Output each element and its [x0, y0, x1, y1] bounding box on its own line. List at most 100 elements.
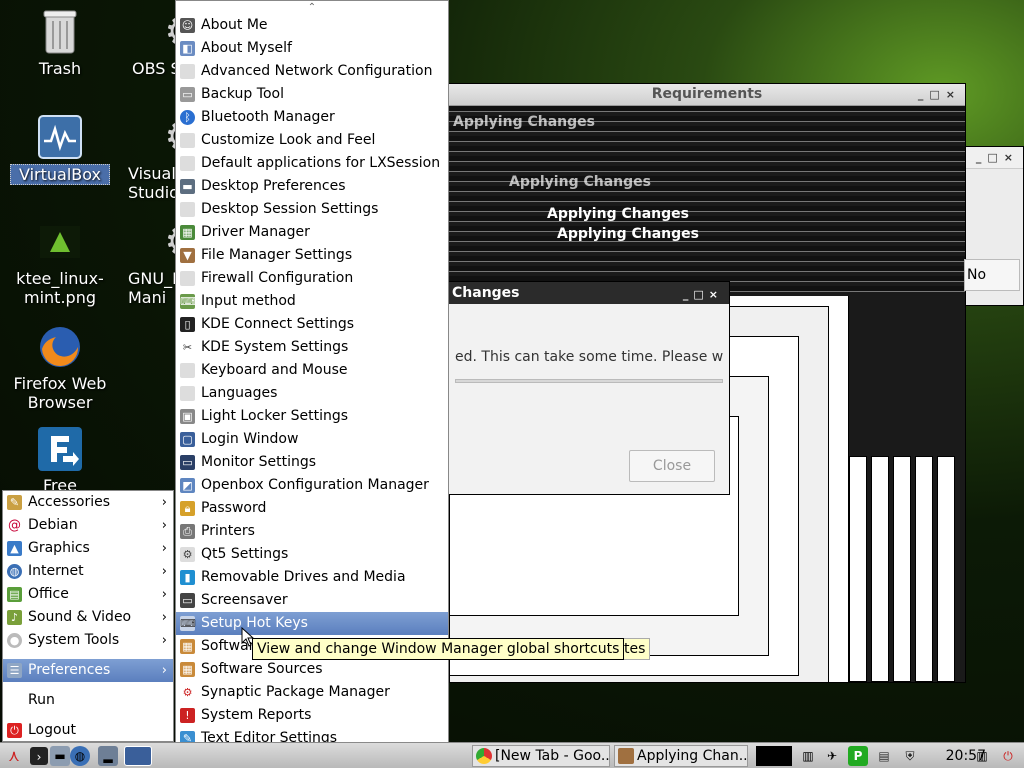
menu-item-accessories[interactable]: ✎ Accessories ›: [3, 491, 173, 514]
pref-item[interactable]: Firewall Configuration: [176, 267, 448, 290]
pref-item[interactable]: Advanced Network Configuration: [176, 60, 448, 83]
clipboard-icon[interactable]: ▤: [874, 746, 894, 766]
parcellite-icon[interactable]: P: [848, 746, 868, 766]
desktop-icon-free[interactable]: Free: [10, 425, 110, 495]
pref-item[interactable]: ▣ Light Locker Settings: [176, 405, 448, 428]
applying-changes-dialog[interactable]: Changes _□× ed. This can take some time.…: [448, 281, 730, 495]
lock-icon: ▣: [180, 409, 195, 424]
pref-item[interactable]: Languages: [176, 382, 448, 405]
window-titlebar[interactable]: _□×: [966, 147, 1023, 169]
menu-item-internet[interactable]: ◍ Internet ›: [3, 560, 173, 583]
pref-item[interactable]: ⚙ Qt5 Settings: [176, 543, 448, 566]
workspace-icon[interactable]: [124, 746, 152, 766]
pref-item[interactable]: ▦ Software Sources: [176, 658, 448, 681]
phone-icon: ▯: [180, 317, 195, 332]
desktop-icon-gnu[interactable]: ⚙ GNU_I Mani: [122, 218, 200, 307]
monitor-icon: ▭: [180, 455, 195, 470]
pref-item[interactable]: ◩ Openbox Configuration Manager: [176, 474, 448, 497]
printer-icon: ⎙: [180, 524, 195, 539]
tools-icon: ✂: [180, 340, 195, 355]
menu-separator: [3, 712, 173, 719]
window-buttons[interactable]: _□×: [918, 85, 961, 105]
desktop-icon-ktee-image[interactable]: ktee_linux-mint.png: [10, 218, 110, 307]
sound-video-icon: ♪: [7, 610, 22, 625]
menu-item-preferences[interactable]: ☰ Preferences ›: [3, 659, 173, 682]
close-button[interactable]: Close: [629, 450, 715, 482]
file-manager-icon: ▼: [180, 248, 195, 263]
folder-icon[interactable]: ▬: [50, 746, 70, 766]
window-titlebar[interactable]: Requirements _□×: [449, 84, 965, 106]
dialog-title: Changes: [452, 285, 520, 301]
software-sources-icon: ▦: [180, 662, 195, 677]
menu-item-sound-video[interactable]: ♪ Sound & Video ›: [3, 606, 173, 629]
package-icon: [618, 748, 634, 764]
scroll-up-arrow[interactable]: ⌃: [176, 1, 448, 14]
minimize-all-icon[interactable]: ▂: [98, 746, 118, 766]
main-menu: ✎ Accessories › @ Debian › ▲ Graphics › ◍ I…: [2, 490, 174, 742]
menu-separator: [3, 682, 173, 689]
power-icon[interactable]: ⏻: [998, 746, 1018, 766]
pref-item-highlighted[interactable]: ⌨ Setup Hot Keys: [176, 612, 448, 635]
customize-icon: [180, 133, 195, 148]
menu-item-graphics[interactable]: ▲ Graphics ›: [3, 537, 173, 560]
pref-item[interactable]: Default applications for LXSession: [176, 152, 448, 175]
pref-item[interactable]: ▮ Removable Drives and Media: [176, 566, 448, 589]
window-buttons[interactable]: _□×: [976, 148, 1019, 168]
person-icon: ☺: [180, 18, 195, 33]
qt-icon: ⚙: [180, 547, 195, 562]
pref-item[interactable]: ✂ KDE System Settings: [176, 336, 448, 359]
menu-item-system-tools[interactable]: ● System Tools ›: [3, 629, 173, 652]
pref-item[interactable]: ▢ Login Window: [176, 428, 448, 451]
pref-item[interactable]: ☺ About Me: [176, 14, 448, 37]
freefilesync-icon: [36, 425, 84, 473]
image-file-icon: [36, 218, 84, 266]
desktop-icon-visual-studio[interactable]: ⚙ Visual Studio: [122, 113, 200, 202]
removable-drive-icon: ▮: [180, 570, 195, 585]
pref-item[interactable]: ᛒ Bluetooth Manager: [176, 106, 448, 129]
pref-item[interactable]: 🔒︎ Password: [176, 497, 448, 520]
desktop-icon-obs[interactable]: ⚙ OBS S: [122, 8, 200, 78]
pref-item[interactable]: ▭ Monitor Settings: [176, 451, 448, 474]
pref-item[interactable]: ▼ File Manager Settings: [176, 244, 448, 267]
debian-icon: @: [7, 518, 22, 533]
terminal-icon[interactable]: ›: [30, 747, 48, 765]
menu-item-logout[interactable]: ⏻ Logout: [3, 719, 173, 742]
no-button[interactable]: No: [964, 259, 1020, 291]
pref-item[interactable]: ▯ KDE Connect Settings: [176, 313, 448, 336]
pref-item[interactable]: ▦ Driver Manager: [176, 221, 448, 244]
pref-item[interactable]: ◧ About Myself: [176, 37, 448, 60]
menu-item-run[interactable]: Run: [3, 689, 173, 712]
pref-item[interactable]: ▭ Backup Tool: [176, 83, 448, 106]
pref-item[interactable]: ⎙ Printers: [176, 520, 448, 543]
tooltip: View and change Window Manager global sh…: [252, 638, 625, 660]
pref-item[interactable]: ▭ Screensaver: [176, 589, 448, 612]
plugin-tray-icon[interactable]: ✈: [822, 746, 842, 766]
start-menu-icon[interactable]: ⋏: [4, 746, 24, 766]
network-globe-icon[interactable]: ◍: [70, 746, 90, 766]
shield-icon[interactable]: ⛨: [900, 746, 920, 766]
task-applying-changes[interactable]: Applying Chan...: [614, 745, 748, 767]
pref-item[interactable]: ⚙ Synaptic Package Manager: [176, 681, 448, 704]
pref-item[interactable]: ⌨ Input method: [176, 290, 448, 313]
pref-item[interactable]: Keyboard and Mouse: [176, 359, 448, 382]
menu-item-debian[interactable]: @ Debian ›: [3, 514, 173, 537]
network-tray-icon[interactable]: ▥: [798, 746, 818, 766]
pref-item[interactable]: ! System Reports: [176, 704, 448, 727]
taskbar: ⋏ › ▬ ◍ ▂ [New Tab - Goo... Applying Cha…: [0, 742, 1024, 768]
task-new-tab[interactable]: [New Tab - Goo...: [472, 745, 610, 767]
hotkeys-icon: ⌨: [180, 616, 196, 631]
software-icon: ▦: [180, 639, 195, 654]
window-buttons[interactable]: _□×: [683, 284, 723, 306]
pref-item[interactable]: Desktop Session Settings: [176, 198, 448, 221]
pref-item[interactable]: Customize Look and Feel: [176, 129, 448, 152]
pref-item[interactable]: ▬ Desktop Preferences: [176, 175, 448, 198]
chrome-icon: [476, 748, 492, 764]
desktop-icon-virtualbox[interactable]: VirtualBox: [10, 113, 110, 185]
user-icon[interactable]: ▥: [972, 746, 992, 766]
desktop-icon-firefox[interactable]: Firefox Web Browser: [10, 323, 110, 412]
menu-item-office[interactable]: ▤ Office ›: [3, 583, 173, 606]
background-window[interactable]: _□× No: [964, 146, 1024, 306]
logout-icon: ⏻: [7, 723, 22, 738]
dialog-titlebar[interactable]: Changes _□×: [449, 282, 729, 304]
desktop-icon-trash[interactable]: Trash: [10, 8, 110, 78]
